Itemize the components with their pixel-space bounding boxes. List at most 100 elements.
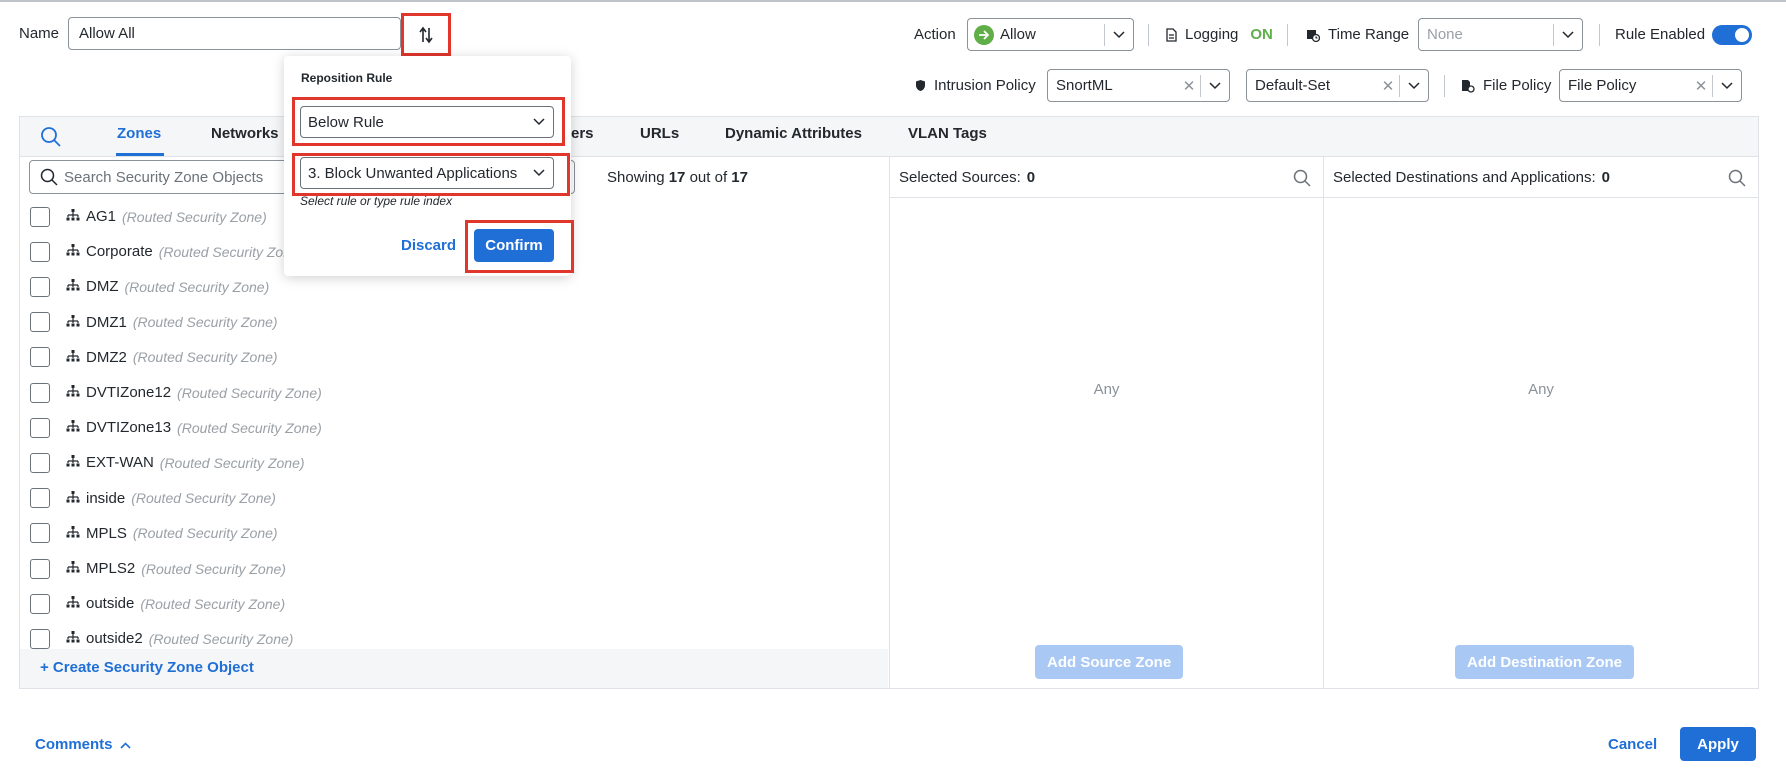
zone-checkbox[interactable] bbox=[30, 276, 50, 297]
zone-row[interactable]: MPLS (Routed Security Zone) bbox=[20, 516, 888, 551]
add-destination-zone-button[interactable]: Add Destination Zone bbox=[1455, 645, 1634, 679]
logging-label: Logging bbox=[1185, 26, 1239, 43]
security-zone-icon bbox=[66, 384, 80, 401]
chevron-down-icon bbox=[1554, 30, 1582, 39]
cancel-button[interactable]: Cancel bbox=[1608, 736, 1657, 753]
zone-checkbox[interactable] bbox=[30, 452, 50, 473]
name-label: Name bbox=[19, 25, 60, 42]
zone-row[interactable]: DMZ1 (Routed Security Zone) bbox=[20, 305, 888, 340]
zone-checkbox[interactable] bbox=[30, 558, 50, 579]
reposition-rule-button[interactable] bbox=[401, 13, 451, 56]
apply-button[interactable]: Apply bbox=[1680, 727, 1756, 761]
create-zone-bar: + Create Security Zone Object bbox=[20, 649, 888, 688]
logging-control[interactable]: Logging ON bbox=[1166, 26, 1273, 43]
zone-row[interactable]: outside (Routed Security Zone) bbox=[20, 586, 888, 621]
zone-name: DVTIZone12 bbox=[86, 384, 172, 401]
intrusion-policy-control: Intrusion Policy bbox=[915, 77, 1036, 94]
search-icon[interactable] bbox=[1728, 169, 1746, 191]
toggle-knob bbox=[1735, 28, 1749, 42]
time-range-select[interactable]: None bbox=[1418, 18, 1583, 51]
action-select[interactable]: Allow bbox=[967, 18, 1134, 51]
target-rule-value: 3. Block Unwanted Applications bbox=[308, 164, 518, 182]
discard-button[interactable]: Discard bbox=[401, 237, 456, 254]
target-rule-hint: Select rule or type rule index bbox=[300, 194, 453, 208]
zone-type: (Routed Security Zone) bbox=[132, 525, 278, 542]
rule-name-input[interactable] bbox=[68, 17, 401, 50]
showing-count: Showing 17 out of 17 bbox=[607, 169, 748, 186]
file-policy-value: File Policy bbox=[1568, 77, 1637, 94]
zone-checkbox[interactable] bbox=[30, 523, 50, 544]
clear-icon[interactable]: ✕ bbox=[1690, 77, 1712, 95]
chevron-down-icon bbox=[1713, 81, 1741, 90]
rule-conditions-panel: Zones Networks ers URLs Dynamic Attribut… bbox=[19, 116, 1759, 689]
position-value: Below Rule bbox=[308, 113, 384, 131]
zone-checkbox[interactable] bbox=[30, 488, 50, 509]
security-zone-icon bbox=[66, 243, 80, 260]
zone-type: (Routed Security Zone) bbox=[141, 560, 286, 577]
zone-checkbox[interactable] bbox=[30, 417, 50, 438]
variable-set-value: Default-Set bbox=[1255, 77, 1331, 94]
clear-icon[interactable]: ✕ bbox=[1178, 77, 1200, 95]
security-zone-icon bbox=[66, 560, 80, 577]
zone-checkbox[interactable] bbox=[30, 593, 50, 614]
zone-type: (Routed Security Zone) bbox=[148, 630, 294, 647]
position-select[interactable]: Below Rule bbox=[300, 106, 554, 138]
chevron-down-icon bbox=[1105, 30, 1133, 39]
chevron-down-icon bbox=[1400, 81, 1428, 90]
target-rule-select[interactable]: 3. Block Unwanted Applications bbox=[300, 157, 554, 189]
clear-icon[interactable]: ✕ bbox=[1377, 77, 1399, 95]
zone-row[interactable]: DVTIZone12 (Routed Security Zone) bbox=[20, 375, 888, 410]
comments-label: Comments bbox=[35, 736, 113, 753]
popover-title: Reposition Rule bbox=[301, 71, 393, 85]
tab-dynamic-attributes[interactable]: Dynamic Attributes bbox=[725, 125, 862, 142]
intrusion-policy-select[interactable]: SnortML ✕ bbox=[1047, 69, 1230, 102]
sources-header: Selected Sources: 0 bbox=[890, 157, 1323, 198]
sources-title-text: Selected Sources: bbox=[899, 169, 1021, 186]
zone-checkbox[interactable] bbox=[30, 347, 50, 368]
zone-type: (Routed Security Zone) bbox=[158, 243, 304, 260]
add-source-zone-button[interactable]: Add Source Zone bbox=[1035, 645, 1184, 679]
security-zone-icon bbox=[66, 278, 80, 295]
zone-row[interactable]: EXT-WAN (Routed Security Zone) bbox=[20, 445, 888, 480]
zone-checkbox[interactable] bbox=[30, 206, 50, 227]
tab-zones[interactable]: Zones bbox=[117, 125, 161, 142]
tab-users[interactable]: ers bbox=[571, 125, 594, 142]
rule-enabled-toggle[interactable] bbox=[1712, 25, 1752, 45]
zone-checkbox[interactable] bbox=[30, 628, 50, 649]
zone-name: EXT-WAN bbox=[86, 454, 154, 472]
search-icon[interactable] bbox=[40, 126, 62, 152]
comments-toggle[interactable]: Comments bbox=[35, 736, 131, 753]
zone-row[interactable]: DVTIZone13 (Routed Security Zone) bbox=[20, 410, 888, 445]
zone-row[interactable]: DMZ2 (Routed Security Zone) bbox=[20, 340, 888, 375]
zone-name: MPLS bbox=[86, 524, 127, 542]
intrusion-policy-value: SnortML bbox=[1056, 77, 1113, 94]
security-zone-icon bbox=[66, 595, 80, 612]
chevron-down-icon bbox=[525, 169, 553, 177]
zone-type: (Routed Security Zone) bbox=[177, 384, 322, 401]
zone-row[interactable]: MPLS2 (Routed Security Zone) bbox=[20, 551, 888, 586]
search-icon bbox=[40, 168, 58, 186]
zone-row[interactable]: inside (Routed Security Zone) bbox=[20, 481, 888, 516]
confirm-button[interactable]: Confirm bbox=[474, 229, 554, 262]
search-icon[interactable] bbox=[1293, 169, 1311, 191]
security-zone-icon bbox=[66, 454, 80, 471]
zone-checkbox[interactable] bbox=[30, 241, 50, 262]
destinations-title: Selected Destinations and Applications: 0 bbox=[1333, 169, 1610, 186]
zone-name: outside bbox=[86, 595, 135, 613]
zone-type: (Routed Security Zone) bbox=[124, 278, 270, 295]
file-policy-select[interactable]: File Policy ✕ bbox=[1559, 69, 1742, 102]
showing-total-value: 17 bbox=[731, 169, 748, 186]
security-zone-icon bbox=[66, 419, 80, 436]
zone-checkbox[interactable] bbox=[30, 312, 50, 333]
sources-empty-text: Any bbox=[1093, 381, 1120, 398]
variable-set-select[interactable]: Default-Set ✕ bbox=[1246, 69, 1429, 102]
zone-checkbox[interactable] bbox=[30, 382, 50, 403]
sources-title: Selected Sources: 0 bbox=[899, 169, 1035, 186]
tab-urls[interactable]: URLs bbox=[640, 125, 679, 142]
security-zone-icon bbox=[66, 490, 80, 507]
zone-type: (Routed Security Zone) bbox=[122, 208, 267, 225]
create-security-zone-link[interactable]: + Create Security Zone Object bbox=[40, 659, 254, 676]
tab-vlan-tags[interactable]: VLAN Tags bbox=[908, 125, 987, 142]
destinations-empty-text: Any bbox=[1528, 381, 1554, 398]
tab-networks[interactable]: Networks bbox=[211, 125, 279, 142]
